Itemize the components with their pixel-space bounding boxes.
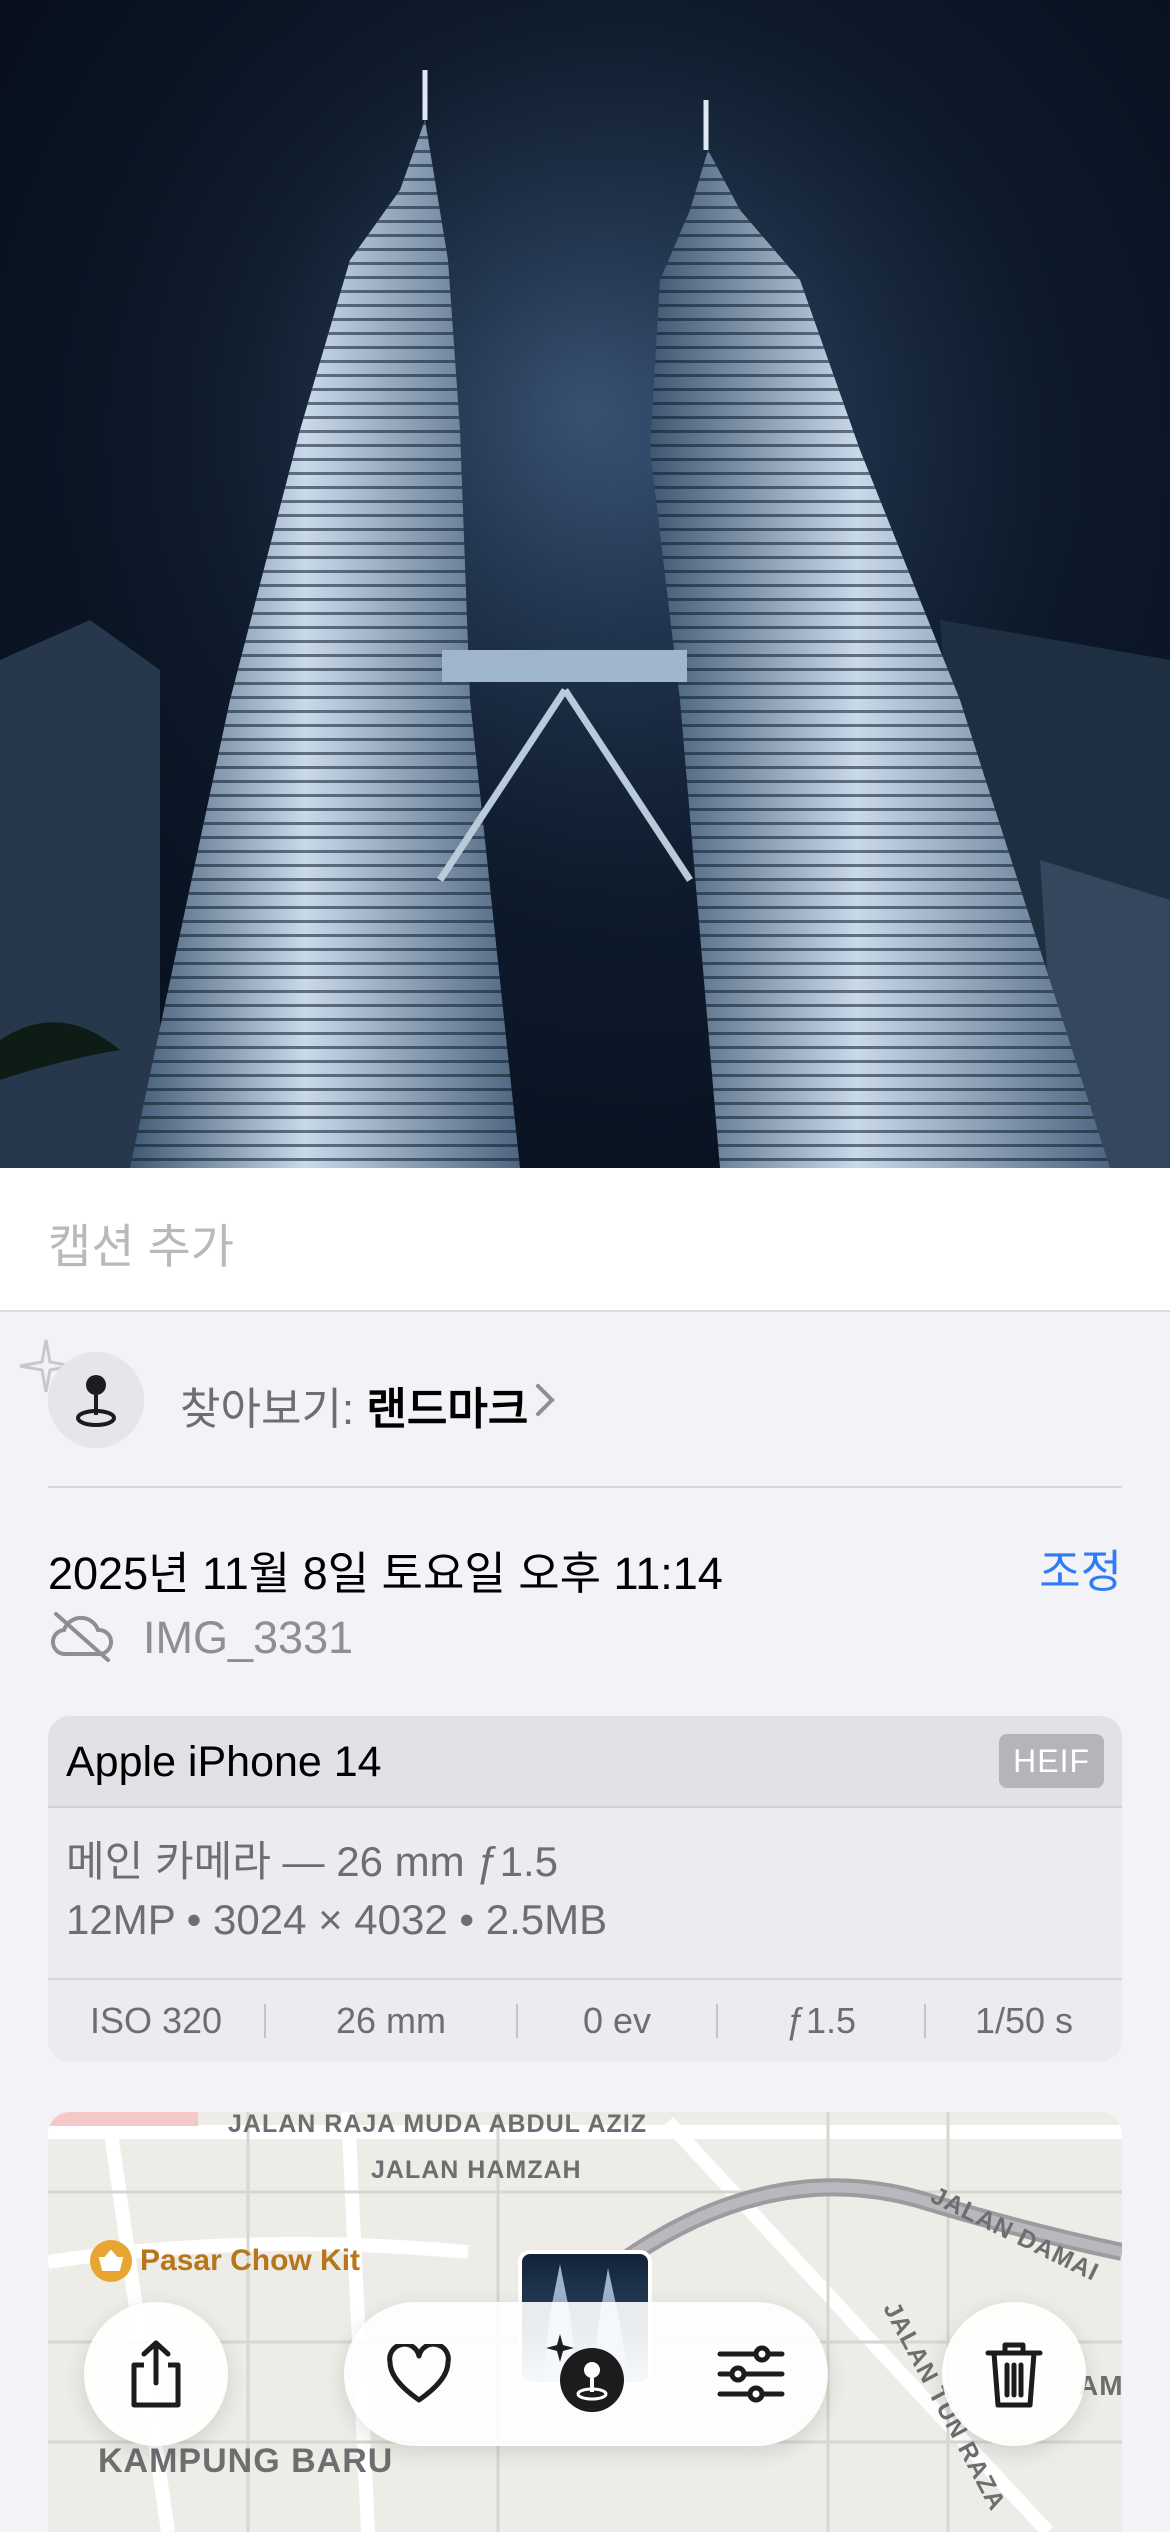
petronas-towers-photo	[0, 0, 1170, 1168]
lookup-value: 랜드마크	[366, 1385, 529, 1434]
exif-shutter: 1/50 s	[974, 2000, 1074, 2041]
map-label-area: KAMPUNG BARU	[98, 2442, 394, 2480]
cloud-off-icon	[51, 1612, 113, 1662]
map-label-street: JALAN HAMZAH	[371, 2156, 582, 2184]
toolbar-pill	[344, 2302, 828, 2446]
trash-icon	[985, 2342, 1043, 2408]
lookup-landmark-button[interactable]	[48, 1352, 144, 1448]
exif-aperture: ƒ1.5	[785, 2000, 857, 2041]
device-name: Apple iPhone 14	[66, 1738, 382, 1786]
lens-info: 메인 카메라 — 26 mm ƒ1.5	[66, 1838, 558, 1885]
exif-focal: 26 mm	[335, 2000, 447, 2041]
format-badge: HEIF	[999, 1734, 1104, 1788]
exif-iso: ISO 320	[89, 2000, 223, 2041]
file-name: IMG_3331	[143, 1612, 354, 1663]
map-poi[interactable]: Pasar Chow Kit	[90, 2240, 360, 2282]
favorite-button[interactable]	[364, 2302, 474, 2446]
delete-button[interactable]	[942, 2302, 1086, 2446]
visual-lookup-icon	[546, 2334, 624, 2412]
divider	[48, 1486, 1122, 1488]
visual-lookup-button[interactable]	[531, 2302, 641, 2446]
exif-card-header: Apple iPhone 14 HEIF	[48, 1716, 1122, 1808]
exif-ev: 0 ev	[582, 2000, 652, 2041]
image-specs: 12MP • 3024 × 4032 • 2.5MB	[66, 1896, 608, 1943]
share-icon	[131, 2340, 181, 2408]
caption-area[interactable]: 캡션 추가	[0, 1168, 1170, 1312]
chevron-right-icon	[536, 1384, 555, 1416]
landmark-pin-icon	[76, 1375, 116, 1427]
heart-icon	[387, 2344, 451, 2403]
map-label-street: JALAN RAJA MUDA ABDUL AZIZ	[228, 2112, 648, 2138]
caption-placeholder[interactable]: 캡션 추가	[48, 1208, 234, 1277]
adjust-date-button[interactable]: 조정	[1039, 1535, 1122, 1600]
adjust-sliders-icon	[717, 2345, 785, 2403]
poi-label: Pasar Chow Kit	[140, 2244, 361, 2277]
photo-date: 2025년 11월 8일 토요일 오후 11:14	[48, 1548, 723, 1599]
basket-icon	[90, 2240, 132, 2282]
lookup-link[interactable]: 찾아보기: 랜드마크	[180, 1373, 528, 1437]
exif-card: Apple iPhone 14 HEIF 메인 카메라 — 26 mm ƒ1.5…	[48, 1716, 1122, 2062]
share-button[interactable]	[84, 2302, 228, 2446]
lookup-prefix: 찾아보기:	[180, 1385, 355, 1434]
photo-viewer[interactable]	[0, 0, 1170, 1168]
edit-button[interactable]	[696, 2302, 806, 2446]
exif-values-row: ISO 320 26 mm 0 ev ƒ1.5 1/50 s	[48, 1980, 1122, 2062]
